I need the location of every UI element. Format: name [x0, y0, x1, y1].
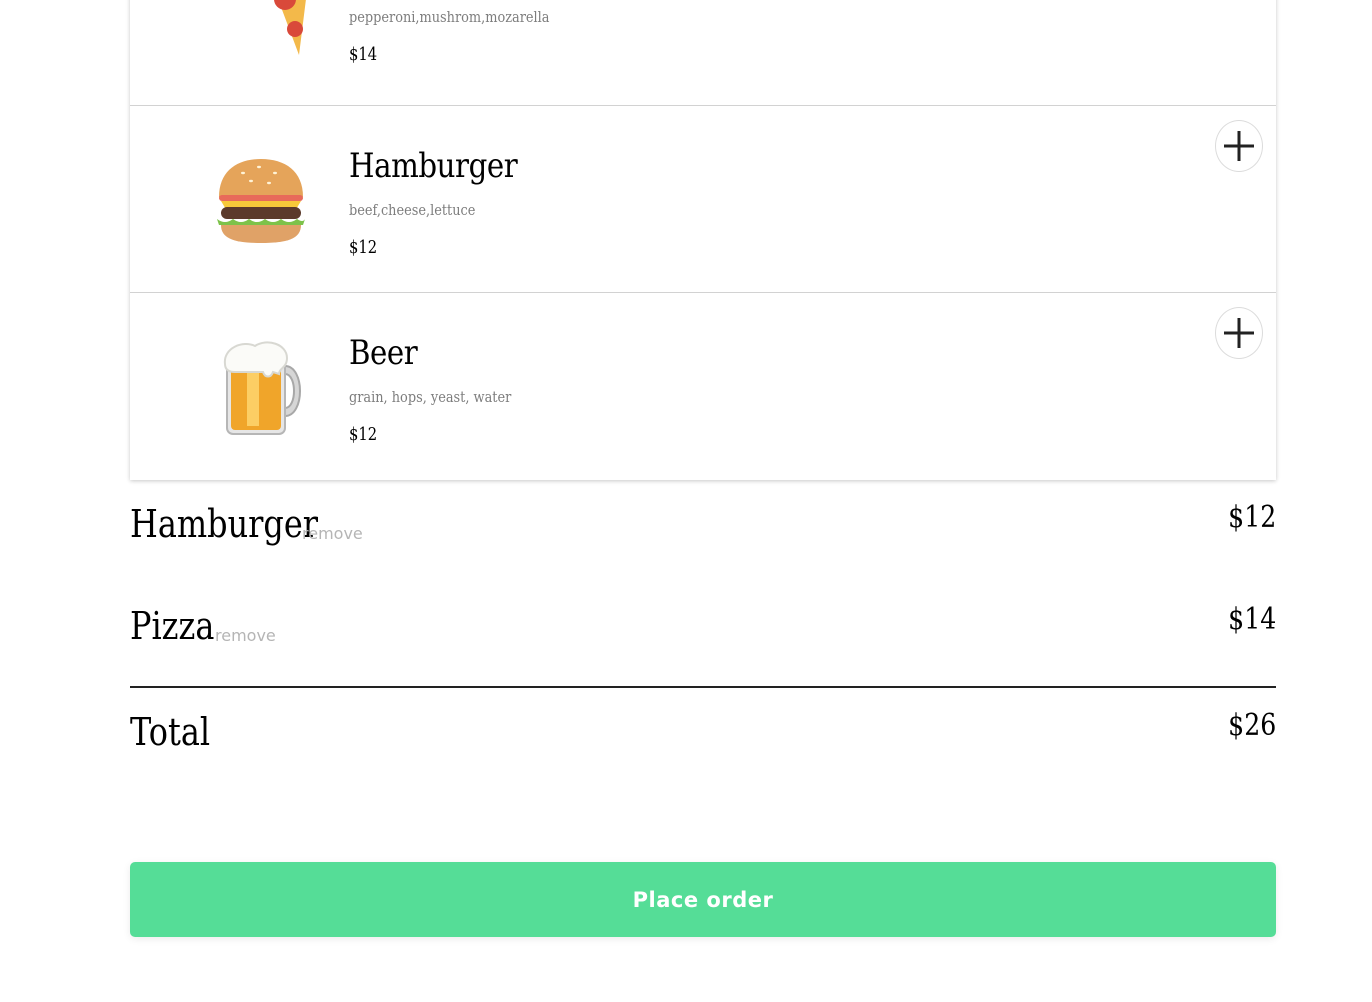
- menu-item-info: Beer grain, hops, yeast, water $12: [349, 333, 538, 445]
- add-hamburger-button[interactable]: [1215, 120, 1263, 172]
- cart-item-price: $12: [1227, 500, 1276, 535]
- plus-icon: [1224, 131, 1254, 161]
- order-total: Total $26: [130, 706, 1276, 766]
- remove-hamburger-link[interactable]: remove: [302, 524, 363, 543]
- total-label: Total: [130, 710, 211, 754]
- menu-item-price: $14: [349, 44, 378, 65]
- total-value: $26: [1227, 708, 1276, 743]
- remove-pizza-link[interactable]: remove: [215, 626, 276, 645]
- order-summary: Hamburger remove $12 Pizza remove $14: [130, 490, 1276, 694]
- cart-item-name: Hamburger: [130, 502, 318, 546]
- cart-item: Pizza remove $14: [130, 592, 1276, 694]
- menu-list: pepperoni,mushrom,mozarella $14 Hamburge…: [130, 0, 1276, 480]
- menu-item-ingredients: grain, hops, yeast, water: [349, 388, 512, 406]
- cart-item-name: Pizza: [130, 604, 215, 648]
- menu-item-beer: Beer grain, hops, yeast, water $12: [130, 293, 1276, 480]
- menu-item-name: Beer: [349, 333, 418, 373]
- menu-item-name: Hamburger: [349, 146, 518, 186]
- menu-item-ingredients: pepperoni,mushrom,mozarella: [349, 8, 550, 26]
- menu-item-info: Hamburger beef,cheese,lettuce $12: [349, 146, 545, 258]
- total-divider: [130, 686, 1276, 688]
- cart-item-price: $14: [1227, 602, 1276, 637]
- plus-icon: [1224, 318, 1254, 348]
- menu-item-info: pepperoni,mushrom,mozarella $14: [349, 8, 582, 65]
- menu-item-price: $12: [349, 237, 378, 258]
- menu-item-ingredients: beef,cheese,lettuce: [349, 201, 476, 219]
- hamburger-icon: [208, 148, 314, 254]
- menu-item-price: $12: [349, 424, 378, 445]
- pizza-slice-icon: [208, 0, 314, 60]
- place-order-button[interactable]: Place order: [130, 862, 1276, 937]
- cart-item: Hamburger remove $12: [130, 490, 1276, 592]
- add-beer-button[interactable]: [1215, 307, 1263, 359]
- menu-item-hamburger: Hamburger beef,cheese,lettuce $12: [130, 106, 1276, 293]
- menu-item-pizza: pepperoni,mushrom,mozarella $14: [130, 0, 1276, 106]
- beer-mug-icon: [208, 335, 314, 441]
